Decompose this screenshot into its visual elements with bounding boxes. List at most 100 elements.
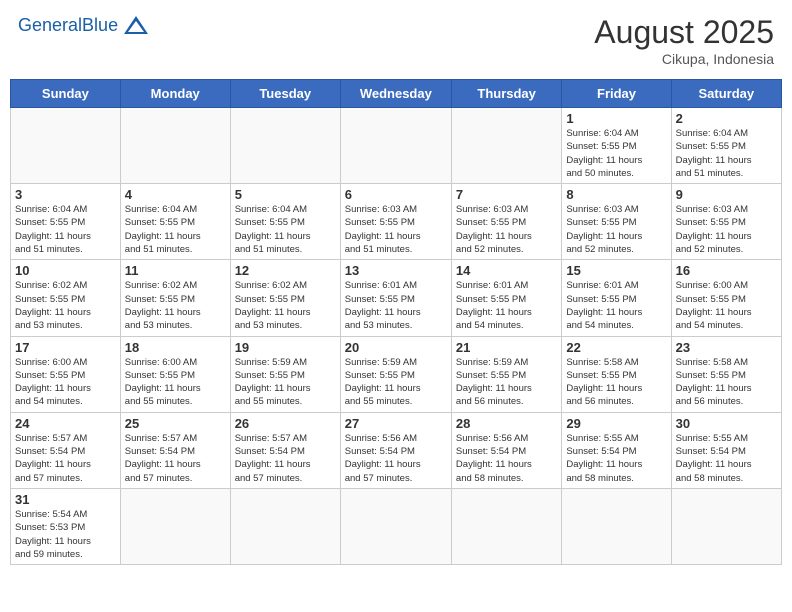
header-thursday: Thursday: [451, 80, 561, 108]
day-info: Sunrise: 6:04 AMSunset: 5:55 PMDaylight:…: [15, 203, 116, 256]
day-info: Sunrise: 6:00 AMSunset: 5:55 PMDaylight:…: [676, 279, 777, 332]
day-number: 7: [456, 187, 557, 202]
day-number: 19: [235, 340, 336, 355]
day-info: Sunrise: 6:01 AMSunset: 5:55 PMDaylight:…: [566, 279, 666, 332]
calendar-cell: 21Sunrise: 5:59 AMSunset: 5:55 PMDayligh…: [451, 336, 561, 412]
calendar-cell: [11, 108, 121, 184]
calendar-cell: [230, 488, 340, 564]
day-info: Sunrise: 6:04 AMSunset: 5:55 PMDaylight:…: [235, 203, 336, 256]
calendar-cell: 17Sunrise: 6:00 AMSunset: 5:55 PMDayligh…: [11, 336, 121, 412]
calendar-week-2: 10Sunrise: 6:02 AMSunset: 5:55 PMDayligh…: [11, 260, 782, 336]
day-number: 9: [676, 187, 777, 202]
calendar-cell: 19Sunrise: 5:59 AMSunset: 5:55 PMDayligh…: [230, 336, 340, 412]
calendar-cell: 12Sunrise: 6:02 AMSunset: 5:55 PMDayligh…: [230, 260, 340, 336]
day-info: Sunrise: 6:03 AMSunset: 5:55 PMDaylight:…: [676, 203, 777, 256]
day-number: 28: [456, 416, 557, 431]
day-number: 10: [15, 263, 116, 278]
day-info: Sunrise: 6:04 AMSunset: 5:55 PMDaylight:…: [566, 127, 666, 180]
calendar-cell: [451, 488, 561, 564]
day-number: 25: [125, 416, 226, 431]
day-info: Sunrise: 5:58 AMSunset: 5:55 PMDaylight:…: [676, 356, 777, 409]
day-number: 12: [235, 263, 336, 278]
day-number: 24: [15, 416, 116, 431]
logo-text: GeneralBlue: [18, 15, 118, 36]
day-number: 11: [125, 263, 226, 278]
calendar-cell: 2Sunrise: 6:04 AMSunset: 5:55 PMDaylight…: [671, 108, 781, 184]
day-info: Sunrise: 6:00 AMSunset: 5:55 PMDaylight:…: [15, 356, 116, 409]
calendar-cell: 23Sunrise: 5:58 AMSunset: 5:55 PMDayligh…: [671, 336, 781, 412]
calendar-week-4: 24Sunrise: 5:57 AMSunset: 5:54 PMDayligh…: [11, 412, 782, 488]
calendar-cell: 28Sunrise: 5:56 AMSunset: 5:54 PMDayligh…: [451, 412, 561, 488]
day-info: Sunrise: 5:57 AMSunset: 5:54 PMDaylight:…: [15, 432, 116, 485]
day-info: Sunrise: 6:02 AMSunset: 5:55 PMDaylight:…: [235, 279, 336, 332]
day-number: 20: [345, 340, 447, 355]
day-info: Sunrise: 5:56 AMSunset: 5:54 PMDaylight:…: [456, 432, 557, 485]
day-number: 6: [345, 187, 447, 202]
location-subtitle: Cikupa, Indonesia: [594, 51, 774, 67]
day-info: Sunrise: 5:54 AMSunset: 5:53 PMDaylight:…: [15, 508, 116, 561]
calendar-cell: [562, 488, 671, 564]
day-info: Sunrise: 6:03 AMSunset: 5:55 PMDaylight:…: [566, 203, 666, 256]
calendar-cell: 31Sunrise: 5:54 AMSunset: 5:53 PMDayligh…: [11, 488, 121, 564]
calendar-cell: 5Sunrise: 6:04 AMSunset: 5:55 PMDaylight…: [230, 184, 340, 260]
day-number: 4: [125, 187, 226, 202]
header-friday: Friday: [562, 80, 671, 108]
calendar-cell: 6Sunrise: 6:03 AMSunset: 5:55 PMDaylight…: [340, 184, 451, 260]
day-info: Sunrise: 6:01 AMSunset: 5:55 PMDaylight:…: [345, 279, 447, 332]
header-saturday: Saturday: [671, 80, 781, 108]
day-number: 23: [676, 340, 777, 355]
day-info: Sunrise: 6:02 AMSunset: 5:55 PMDaylight:…: [15, 279, 116, 332]
day-number: 18: [125, 340, 226, 355]
day-number: 21: [456, 340, 557, 355]
title-block: August 2025 Cikupa, Indonesia: [594, 14, 774, 67]
day-number: 5: [235, 187, 336, 202]
day-number: 30: [676, 416, 777, 431]
day-info: Sunrise: 6:03 AMSunset: 5:55 PMDaylight:…: [456, 203, 557, 256]
logo-general: General: [18, 15, 82, 35]
calendar-week-0: 1Sunrise: 6:04 AMSunset: 5:55 PMDaylight…: [11, 108, 782, 184]
calendar-cell: 4Sunrise: 6:04 AMSunset: 5:55 PMDaylight…: [120, 184, 230, 260]
calendar-cell: 8Sunrise: 6:03 AMSunset: 5:55 PMDaylight…: [562, 184, 671, 260]
day-info: Sunrise: 6:02 AMSunset: 5:55 PMDaylight:…: [125, 279, 226, 332]
day-info: Sunrise: 5:55 AMSunset: 5:54 PMDaylight:…: [566, 432, 666, 485]
logo-blue: Blue: [82, 15, 118, 35]
calendar-cell: 1Sunrise: 6:04 AMSunset: 5:55 PMDaylight…: [562, 108, 671, 184]
calendar-cell: 27Sunrise: 5:56 AMSunset: 5:54 PMDayligh…: [340, 412, 451, 488]
header-monday: Monday: [120, 80, 230, 108]
calendar-cell: 18Sunrise: 6:00 AMSunset: 5:55 PMDayligh…: [120, 336, 230, 412]
header-tuesday: Tuesday: [230, 80, 340, 108]
calendar-cell: 9Sunrise: 6:03 AMSunset: 5:55 PMDaylight…: [671, 184, 781, 260]
header-sunday: Sunday: [11, 80, 121, 108]
day-number: 15: [566, 263, 666, 278]
day-info: Sunrise: 5:55 AMSunset: 5:54 PMDaylight:…: [676, 432, 777, 485]
calendar-week-5: 31Sunrise: 5:54 AMSunset: 5:53 PMDayligh…: [11, 488, 782, 564]
day-info: Sunrise: 6:04 AMSunset: 5:55 PMDaylight:…: [125, 203, 226, 256]
day-number: 29: [566, 416, 666, 431]
day-number: 8: [566, 187, 666, 202]
calendar-cell: 7Sunrise: 6:03 AMSunset: 5:55 PMDaylight…: [451, 184, 561, 260]
calendar-cell: 15Sunrise: 6:01 AMSunset: 5:55 PMDayligh…: [562, 260, 671, 336]
calendar-cell: 30Sunrise: 5:55 AMSunset: 5:54 PMDayligh…: [671, 412, 781, 488]
day-number: 27: [345, 416, 447, 431]
calendar-week-1: 3Sunrise: 6:04 AMSunset: 5:55 PMDaylight…: [11, 184, 782, 260]
header-wednesday: Wednesday: [340, 80, 451, 108]
day-info: Sunrise: 6:04 AMSunset: 5:55 PMDaylight:…: [676, 127, 777, 180]
day-number: 2: [676, 111, 777, 126]
calendar-cell: 13Sunrise: 6:01 AMSunset: 5:55 PMDayligh…: [340, 260, 451, 336]
day-number: 14: [456, 263, 557, 278]
day-number: 26: [235, 416, 336, 431]
day-number: 13: [345, 263, 447, 278]
calendar-cell: 10Sunrise: 6:02 AMSunset: 5:55 PMDayligh…: [11, 260, 121, 336]
day-number: 31: [15, 492, 116, 507]
day-info: Sunrise: 5:57 AMSunset: 5:54 PMDaylight:…: [125, 432, 226, 485]
day-info: Sunrise: 5:58 AMSunset: 5:55 PMDaylight:…: [566, 356, 666, 409]
day-info: Sunrise: 5:59 AMSunset: 5:55 PMDaylight:…: [456, 356, 557, 409]
calendar-cell: [230, 108, 340, 184]
day-info: Sunrise: 6:03 AMSunset: 5:55 PMDaylight:…: [345, 203, 447, 256]
day-number: 1: [566, 111, 666, 126]
calendar-cell: 26Sunrise: 5:57 AMSunset: 5:54 PMDayligh…: [230, 412, 340, 488]
logo-icon: [122, 14, 150, 36]
calendar-cell: 3Sunrise: 6:04 AMSunset: 5:55 PMDaylight…: [11, 184, 121, 260]
day-info: Sunrise: 5:56 AMSunset: 5:54 PMDaylight:…: [345, 432, 447, 485]
calendar-cell: 24Sunrise: 5:57 AMSunset: 5:54 PMDayligh…: [11, 412, 121, 488]
